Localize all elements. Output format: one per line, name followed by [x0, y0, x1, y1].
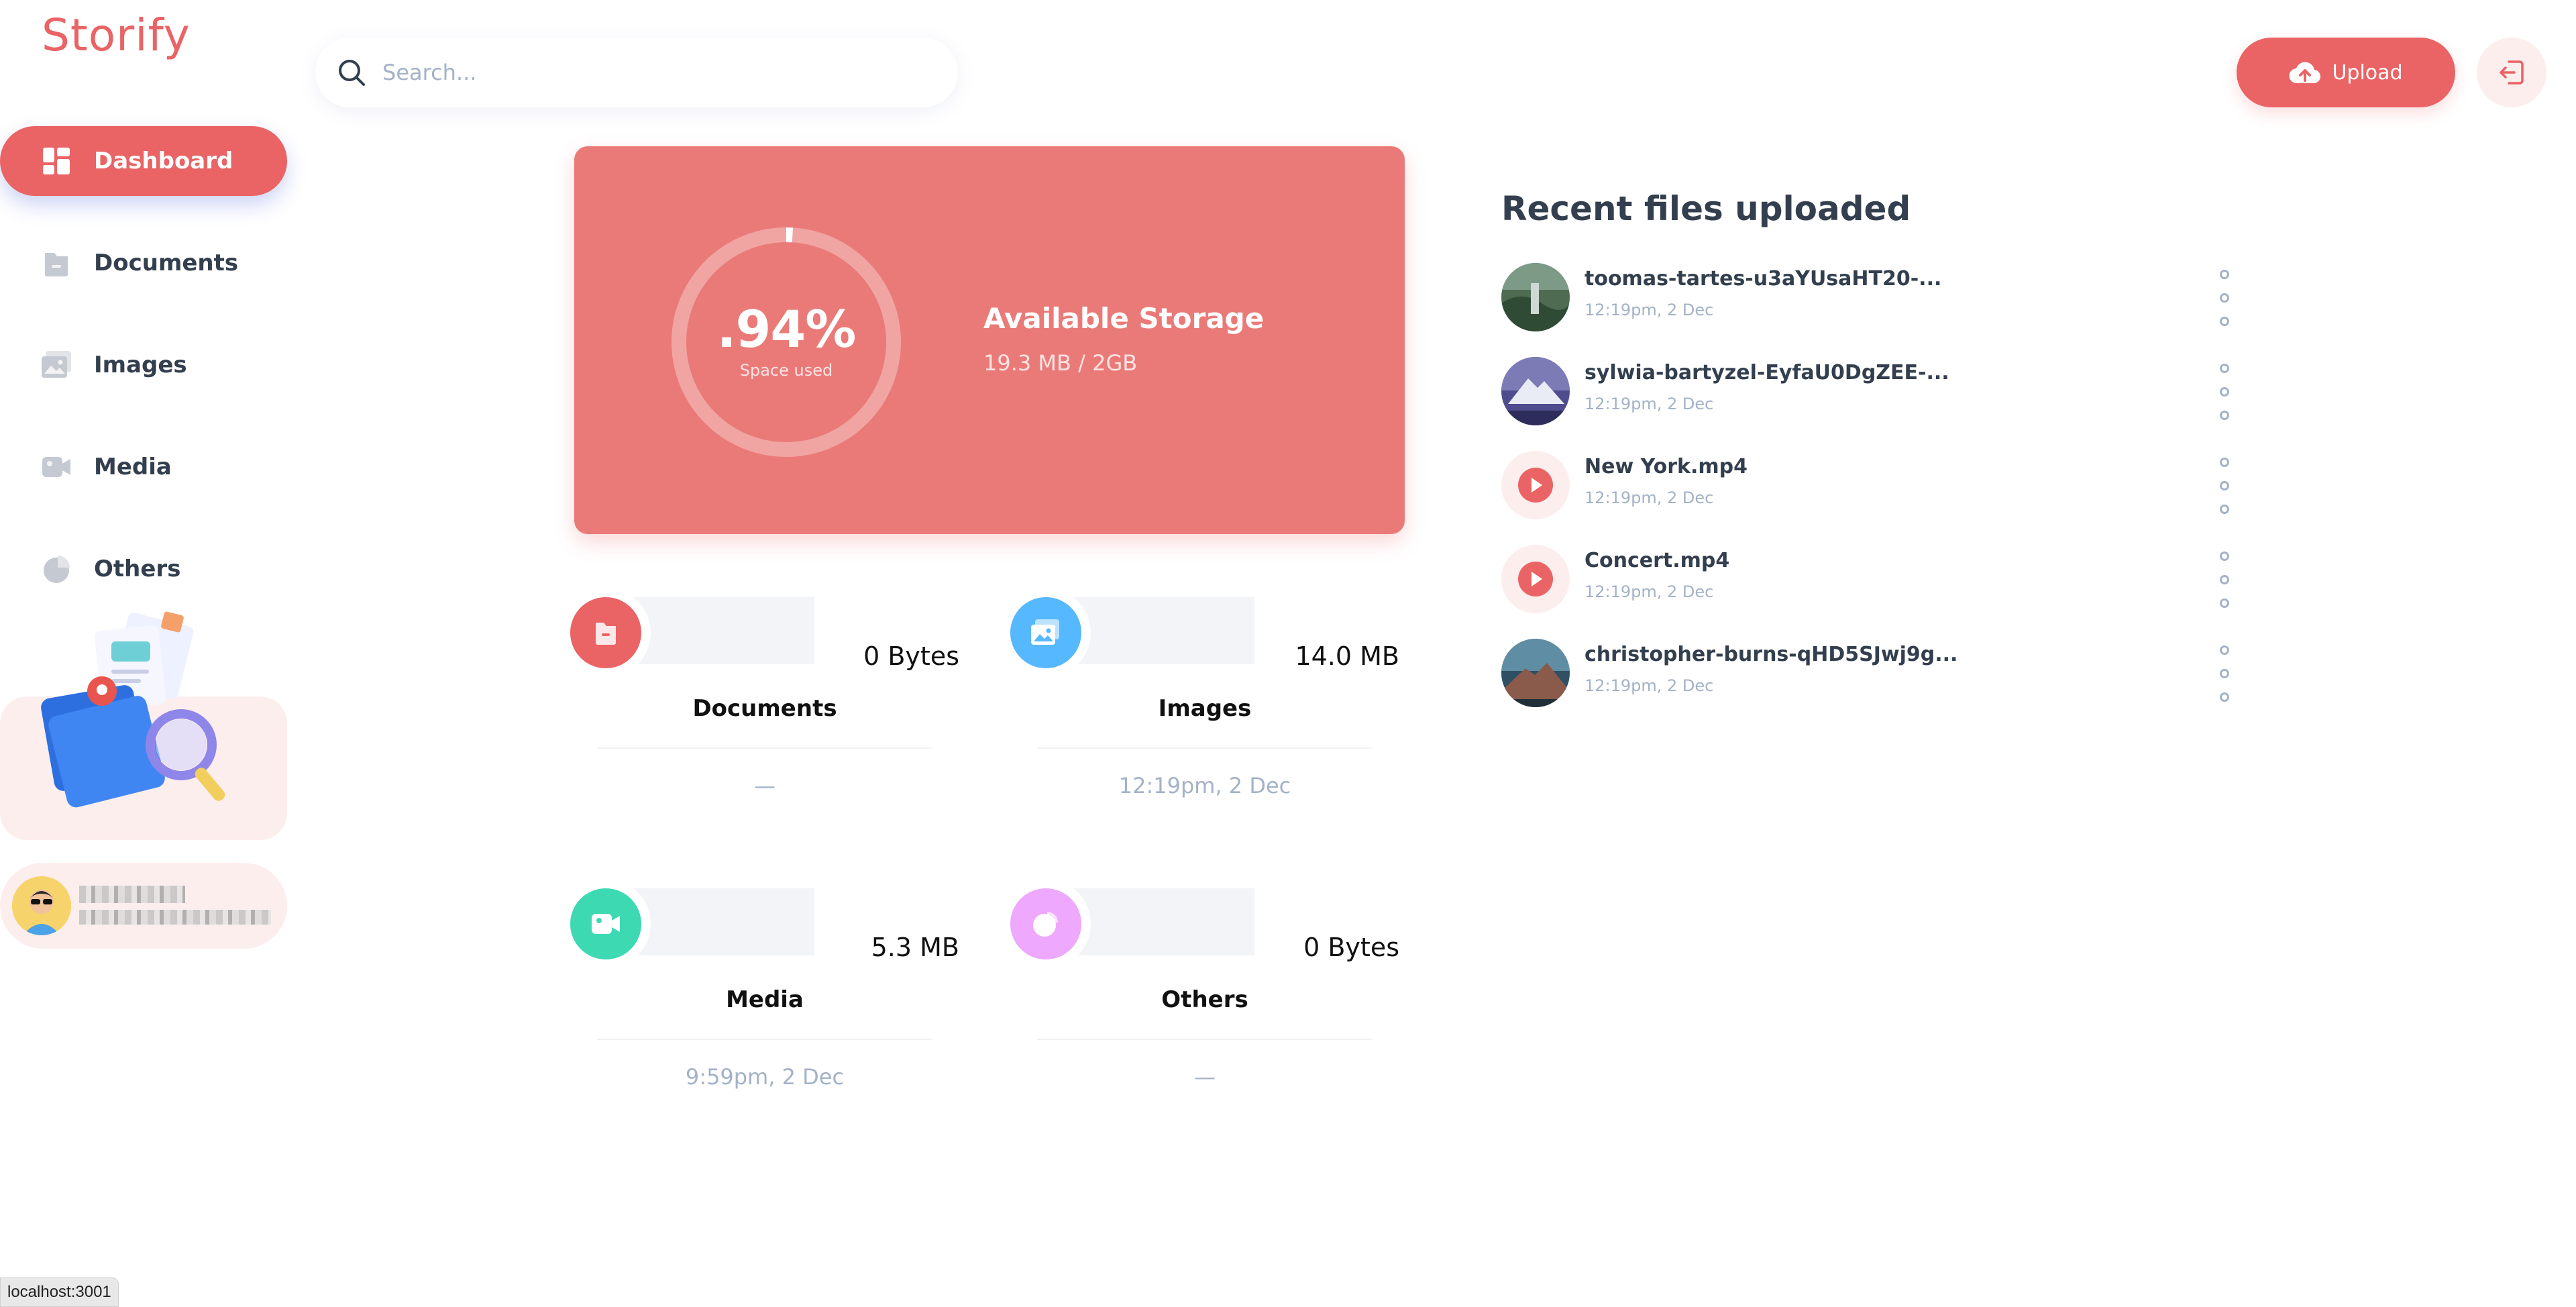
recent-file-row[interactable]: Concert.mp4 12:19pm, 2 Dec	[1501, 545, 2239, 615]
summary-date: 9:59pm, 2 Dec	[685, 1064, 845, 1090]
summary-size: 5.3 MB	[871, 933, 959, 962]
recent-file-row[interactable]: New York.mp4 12:19pm, 2 Dec	[1501, 451, 2239, 521]
file-date: 12:19pm, 2 Dec	[1585, 582, 1714, 601]
file-name: Concert.mp4	[1585, 549, 1730, 572]
summary-size: 0 Bytes	[1303, 933, 1399, 962]
recent-files-title: Recent files uploaded	[1501, 189, 1911, 228]
sidebar-item-images[interactable]: Images	[0, 330, 287, 400]
logout-button[interactable]	[2477, 38, 2546, 107]
images-icon	[42, 350, 71, 380]
file-thumbnail	[1501, 545, 1570, 613]
storage-card: .94% Space used Available Storage 19.3 M…	[574, 146, 1405, 534]
file-name: christopher-burns-qHD5SJwj9g...	[1585, 643, 1958, 666]
card-divider	[597, 1039, 932, 1040]
logout-icon	[2500, 60, 2524, 85]
card-divider	[597, 747, 932, 749]
app-logo[interactable]: Storify	[42, 9, 191, 61]
status-bar-url: localhost:3001	[0, 1277, 119, 1307]
user-email-redacted	[79, 910, 271, 925]
summary-card-media[interactable]: 5.3 MB Media 9:59pm, 2 Dec	[570, 888, 959, 1090]
more-options-icon[interactable]	[2216, 645, 2233, 702]
images-icon	[1010, 597, 1081, 668]
pie-icon	[1010, 888, 1081, 959]
upload-button-label: Upload	[2332, 60, 2403, 85]
media-icon	[42, 452, 71, 482]
search-icon	[339, 60, 365, 86]
recent-file-row[interactable]: toomas-tartes-u3aYUsaHT20-... 12:19pm, 2…	[1501, 263, 2239, 333]
search-input[interactable]	[382, 60, 892, 85]
summary-size: 0 Bytes	[863, 641, 959, 671]
more-options-icon[interactable]	[2216, 552, 2233, 608]
folder-search-illustration	[41, 611, 225, 808]
documents-icon	[42, 248, 71, 278]
upload-button[interactable]: Upload	[2237, 38, 2455, 107]
card-divider	[1037, 1039, 1373, 1040]
summary-title: Documents	[692, 695, 837, 722]
summary-date: 12:19pm, 2 Dec	[1118, 773, 1291, 798]
summary-card-documents[interactable]: 0 Bytes Documents —	[570, 597, 959, 798]
summary-title: Images	[1158, 695, 1252, 722]
video-icon	[570, 888, 641, 959]
summary-card-images[interactable]: 14.0 MB Images 12:19pm, 2 Dec	[1010, 597, 1399, 798]
sidebar-item-label: Documents	[94, 250, 239, 276]
recent-file-row[interactable]: sylwia-bartyzel-EyfaU0DgZEE-... 12:19pm,…	[1501, 357, 2239, 427]
file-name: toomas-tartes-u3aYUsaHT20-...	[1585, 267, 1942, 291]
sidebar-item-label: Dashboard	[94, 148, 233, 174]
sidebar-item-media[interactable]: Media	[0, 432, 287, 502]
file-thumbnail	[1501, 263, 1570, 331]
file-thumbnail	[1501, 451, 1570, 519]
sidebar-item-label: Images	[94, 352, 187, 378]
file-date: 12:19pm, 2 Dec	[1585, 395, 1714, 413]
file-name: New York.mp4	[1585, 455, 1748, 478]
file-thumbnail	[1501, 639, 1570, 707]
storage-usage: 19.3 MB / 2GB	[983, 350, 1138, 376]
avatar	[12, 876, 71, 935]
cloud-upload-icon	[2289, 62, 2321, 84]
sidebar-item-documents[interactable]: Documents	[0, 228, 287, 298]
sidebar-item-dashboard[interactable]: Dashboard	[0, 126, 287, 196]
file-thumbnail	[1501, 357, 1570, 425]
more-options-icon[interactable]	[2216, 458, 2233, 514]
summary-title: Media	[726, 986, 804, 1013]
file-date: 12:19pm, 2 Dec	[1585, 301, 1714, 319]
file-date: 12:19pm, 2 Dec	[1585, 488, 1714, 507]
summary-date: —	[754, 773, 775, 798]
user-name-redacted	[79, 886, 185, 903]
others-icon	[42, 554, 71, 584]
file-name: sylwia-bartyzel-EyfaU0DgZEE-...	[1585, 361, 1949, 384]
file-date: 12:19pm, 2 Dec	[1585, 676, 1714, 695]
recent-file-row[interactable]: christopher-burns-qHD5SJwj9g... 12:19pm,…	[1501, 639, 2239, 709]
summary-date: —	[1194, 1064, 1216, 1090]
sidebar-item-label: Media	[94, 454, 172, 480]
search-bar[interactable]	[315, 38, 958, 107]
more-options-icon[interactable]	[2216, 270, 2233, 326]
summary-title: Others	[1161, 986, 1248, 1013]
documents-icon	[570, 597, 641, 668]
summary-card-others[interactable]: 0 Bytes Others —	[1010, 888, 1399, 1090]
user-card[interactable]	[0, 863, 287, 949]
more-options-icon[interactable]	[2216, 364, 2233, 420]
summary-size: 14.0 MB	[1295, 641, 1399, 671]
available-storage-title: Available Storage	[983, 302, 1265, 335]
storage-space-used-label: Space used	[739, 361, 833, 380]
dashboard-icon	[42, 146, 71, 176]
storage-percent: .94%	[716, 299, 857, 359]
sidebar-item-others[interactable]: Others	[0, 534, 287, 604]
card-divider	[1037, 747, 1373, 749]
sidebar-item-label: Others	[94, 556, 181, 582]
